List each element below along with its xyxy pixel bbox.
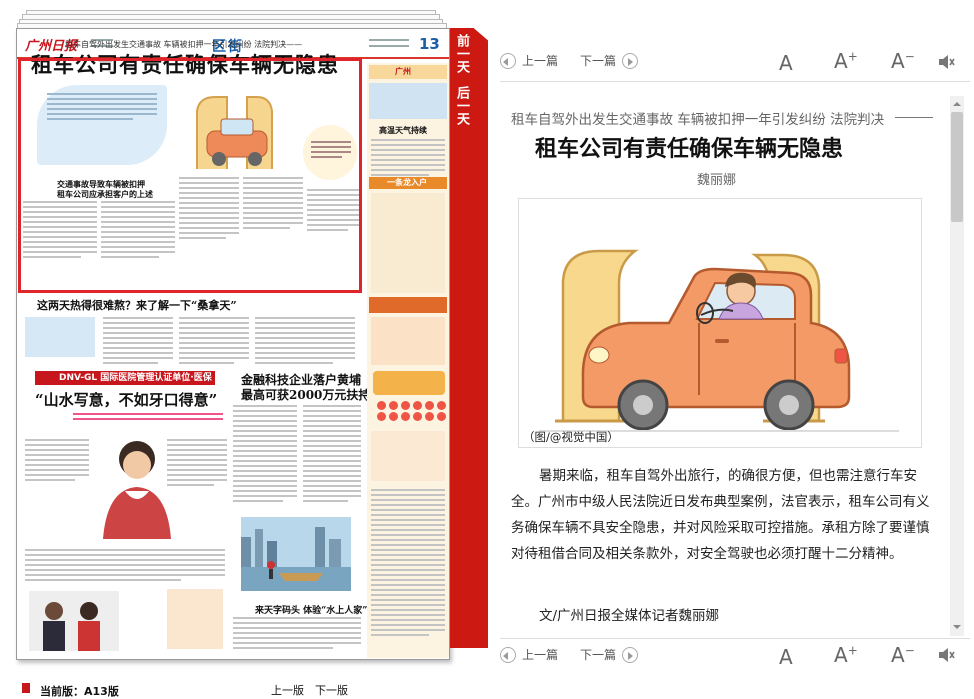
lottery-balls <box>377 401 446 421</box>
doctor-photo <box>103 441 171 539</box>
prev-article-label: 上一篇 <box>522 648 559 662</box>
image-caption: （图/@视觉中国） <box>523 430 619 444</box>
heat-headline: 这两天热得很难熬？来了解一下“桑拿天” <box>37 299 237 312</box>
font-normal-label: A <box>779 645 793 669</box>
page-number: 13 <box>419 35 440 53</box>
prev-article-button[interactable]: 上一篇 <box>500 52 558 69</box>
next-article-button[interactable]: 下一篇 <box>580 646 644 663</box>
font-larger-button[interactable]: A+ <box>834 643 858 667</box>
next-article-label: 下一篇 <box>580 54 617 68</box>
prev-article-button[interactable]: 上一篇 <box>500 646 558 663</box>
minus-sign: − <box>904 643 915 658</box>
scrollbar-thumb[interactable] <box>951 112 963 222</box>
prev-day-button[interactable]: 前一天 <box>454 34 469 73</box>
sidebar-city: 广州 <box>395 67 411 76</box>
car-barrier-illustration <box>539 249 899 432</box>
toolbar-divider <box>500 81 970 82</box>
community-headline: 来天字码头 体验“水上人家” <box>255 606 368 616</box>
article-byline: 文/广州日报全媒体记者魏丽娜 <box>539 608 720 624</box>
hotline-box <box>167 589 223 649</box>
article-author: 魏丽娜 <box>697 173 737 188</box>
font-normal-button[interactable]: A <box>779 645 793 669</box>
font-smaller-label: A <box>891 49 905 73</box>
next-article-button[interactable]: 下一篇 <box>580 52 644 69</box>
team-photo <box>29 591 119 651</box>
prev-article-label: 上一篇 <box>522 54 559 68</box>
next-day-button[interactable]: 后一天 <box>454 86 469 125</box>
weather-box <box>369 83 447 119</box>
next-page-link[interactable]: 下一版 <box>315 682 348 698</box>
current-page-label: 当前版：A13版 <box>40 683 119 699</box>
toolbar-divider <box>500 638 970 639</box>
chevron-left-icon <box>500 646 516 663</box>
font-normal-label: A <box>779 51 793 75</box>
chevron-right-icon <box>622 646 639 663</box>
next-article-label: 下一篇 <box>580 648 617 662</box>
font-larger-label: A <box>834 643 848 667</box>
prev-page-link[interactable]: 上一版 <box>271 682 304 698</box>
scroll-up-icon[interactable] <box>952 99 962 109</box>
sidebar-heat-title: 高温天气持续 <box>379 125 427 135</box>
riverfront-photo <box>241 517 351 591</box>
finance-headline: 最高可获2000万元扶持 <box>241 388 371 402</box>
article-title: 租车公司有责任确保车辆无隐患 <box>535 136 844 162</box>
hospital-ad-slogan: “山水写意，不如牙口得意” <box>35 391 218 409</box>
speaker-icon[interactable] <box>938 647 956 663</box>
current-page-prefix: 当前版： <box>40 685 84 698</box>
current-page-icon <box>22 683 30 693</box>
font-smaller-label: A <box>891 643 905 667</box>
selected-article-highlight[interactable] <box>18 58 362 293</box>
hospital-ad-band: DNV-GL 国际医院管理认证单位·医保定点机构 <box>35 371 215 397</box>
sidebar-lottery-title: 一条龙入户 <box>387 177 427 187</box>
scroll-down-icon[interactable] <box>952 622 962 632</box>
lottery-banner <box>373 371 445 395</box>
plus-sign: + <box>847 49 858 64</box>
subtitle-rule <box>895 117 933 118</box>
plus-sign: + <box>847 643 858 658</box>
minus-sign: − <box>904 49 915 64</box>
current-page-value: A13版 <box>84 685 119 698</box>
lottery-table <box>371 193 445 293</box>
article-illustration <box>518 198 922 448</box>
speaker-icon[interactable] <box>938 54 956 70</box>
article-body: 暑期来临，租车自驾外出旅行，的确很方便，但也需注意行车安全。广州市中级人民法院近… <box>511 468 930 562</box>
font-smaller-button[interactable]: A− <box>891 49 915 73</box>
font-larger-label: A <box>834 49 848 73</box>
font-normal-button[interactable]: A <box>779 51 793 75</box>
chevron-right-icon <box>622 52 639 69</box>
article-subtitle: 租车自驾外出发生交通事故 车辆被扣押一年引发纠纷 法院判决 <box>511 112 885 128</box>
font-smaller-button[interactable]: A− <box>891 643 915 667</box>
chevron-left-icon <box>500 52 516 69</box>
font-larger-button[interactable]: A+ <box>834 49 858 73</box>
newspaper-viewer: 广州日报 区街 13 租车自驾外出发生交通事故 车辆被扣押一年引发纠纷 法院判决… <box>0 0 490 699</box>
